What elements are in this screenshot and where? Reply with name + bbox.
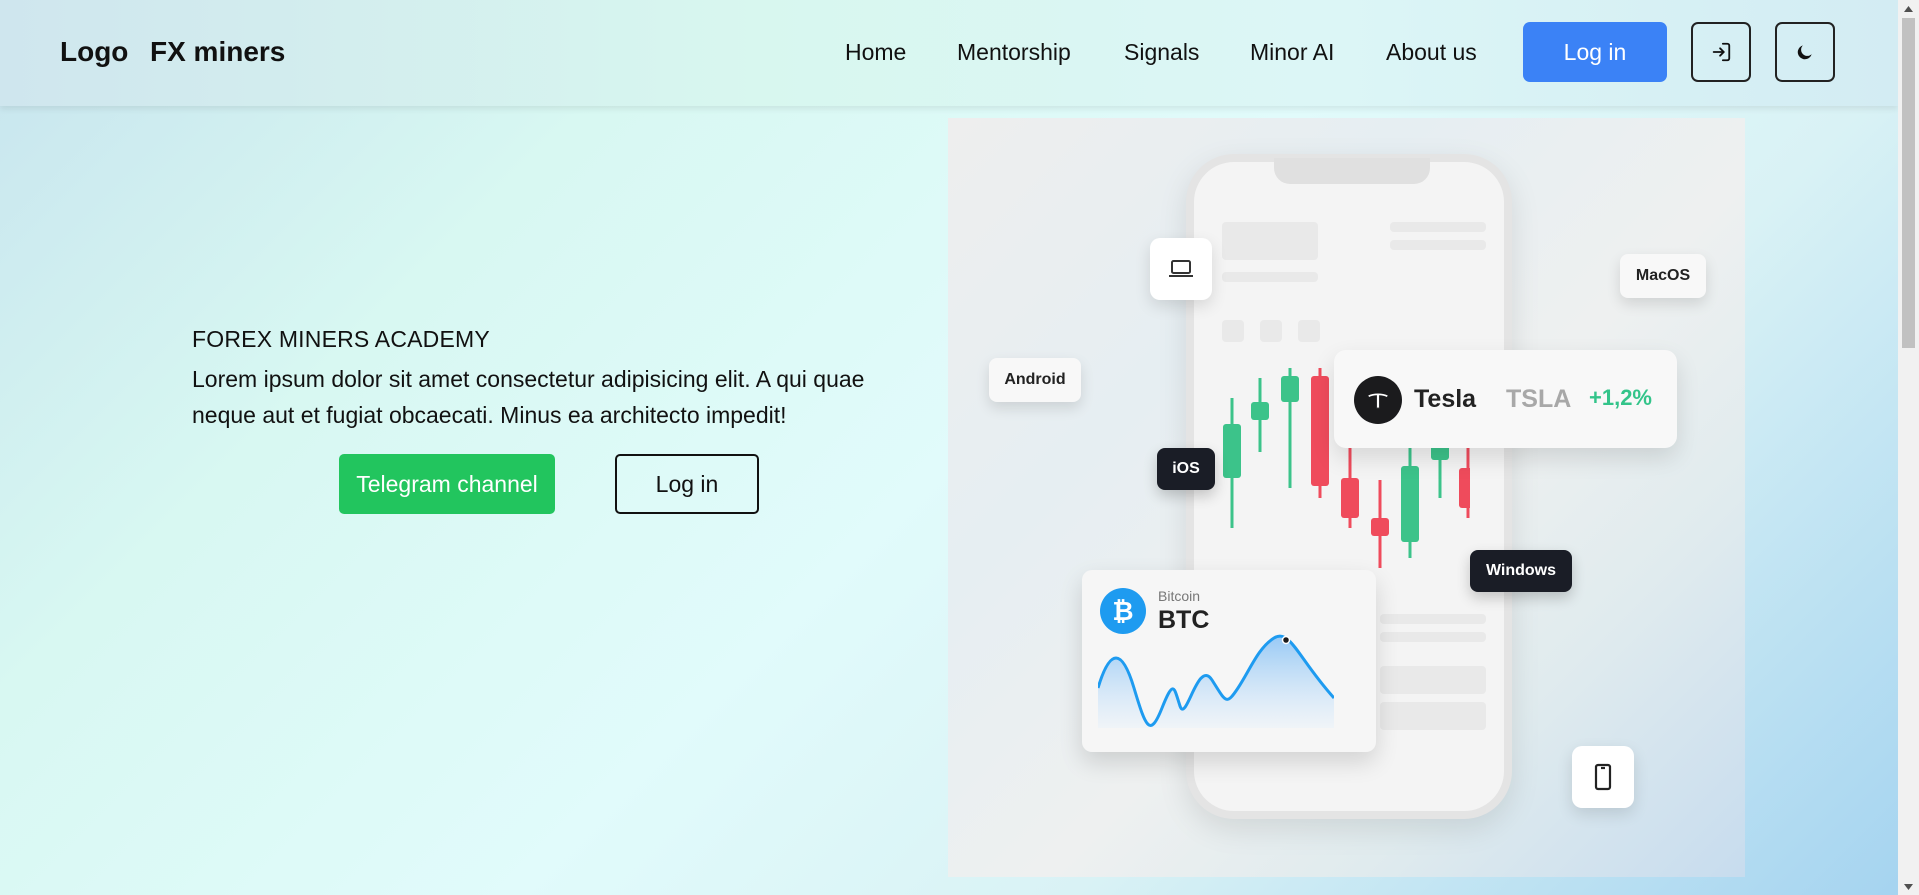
smartphone-icon	[1594, 763, 1612, 791]
phone-placeholder	[1222, 272, 1318, 282]
logo[interactable]: Logo	[60, 36, 128, 68]
phone-placeholder	[1222, 320, 1244, 342]
hero-illustration: Tesla TSLA +1,2% ₿ Bitcoin BTC Android M…	[948, 118, 1745, 877]
chip-ios: iOS	[1157, 448, 1215, 490]
vertical-scrollbar[interactable]	[1898, 0, 1919, 895]
scrollbar-thumb[interactable]	[1902, 18, 1915, 348]
tesla-change: +1,2%	[1589, 385, 1652, 410]
scroll-up-arrow-icon[interactable]	[1898, 0, 1919, 17]
candle-up	[1281, 368, 1299, 488]
phone-placeholder	[1380, 632, 1486, 642]
phone-placeholder	[1298, 320, 1320, 342]
phone-placeholder	[1380, 702, 1486, 730]
candle-up	[1251, 378, 1269, 452]
nav-signals[interactable]: Signals	[1124, 39, 1199, 66]
header-login-button[interactable]: Log in	[1523, 22, 1667, 82]
tesla-stock-card: Tesla TSLA +1,2%	[1334, 350, 1677, 448]
chip-windows: Windows	[1470, 550, 1572, 592]
nav-minor-ai[interactable]: Minor AI	[1250, 39, 1334, 66]
btc-sparkline	[1098, 634, 1334, 728]
phone-placeholder	[1390, 222, 1486, 232]
candle-down	[1311, 368, 1329, 498]
phone-placeholder	[1222, 222, 1318, 260]
moon-icon	[1797, 45, 1812, 60]
telegram-channel-button[interactable]: Telegram channel	[339, 454, 555, 514]
nav-home[interactable]: Home	[845, 39, 906, 66]
hero-title: FOREX MINERS ACADEMY	[192, 326, 490, 352]
tesla-logo-icon	[1354, 376, 1402, 424]
brand-name[interactable]: FX miners	[150, 36, 285, 68]
scroll-down-arrow-icon[interactable]	[1898, 878, 1919, 895]
tesla-name: Tesla	[1414, 385, 1477, 413]
sign-in-icon	[1712, 42, 1731, 62]
header: Logo FX miners Home Mentorship Signals M…	[0, 0, 1898, 106]
laptop-tile	[1150, 238, 1212, 300]
chip-macos: MacOS	[1620, 254, 1706, 298]
candle-up	[1223, 398, 1241, 528]
laptop-icon	[1169, 260, 1193, 277]
phone-placeholder	[1260, 320, 1282, 342]
hero-login-button[interactable]: Log in	[615, 454, 759, 514]
phone-notch	[1274, 158, 1430, 184]
phone-tile	[1572, 746, 1634, 808]
candle-up	[1401, 448, 1419, 558]
phone-placeholder	[1390, 240, 1486, 250]
chip-android: Android	[989, 358, 1081, 402]
btc-card: ₿ Bitcoin BTC	[1082, 570, 1376, 752]
btc-subtitle: Bitcoin	[1158, 588, 1201, 604]
sign-in-button[interactable]	[1691, 22, 1751, 82]
page: Logo FX miners Home Mentorship Signals M…	[0, 0, 1898, 895]
tesla-ticker: TSLA	[1506, 385, 1572, 413]
hero-description: Lorem ipsum dolor sit amet consectetur a…	[192, 366, 865, 428]
candle-down	[1371, 480, 1389, 568]
nav-mentorship[interactable]: Mentorship	[957, 39, 1071, 66]
phone-placeholder	[1380, 614, 1486, 624]
phone-placeholder	[1380, 666, 1486, 694]
nav-about-us[interactable]: About us	[1386, 39, 1477, 66]
theme-toggle-button[interactable]	[1775, 22, 1835, 82]
